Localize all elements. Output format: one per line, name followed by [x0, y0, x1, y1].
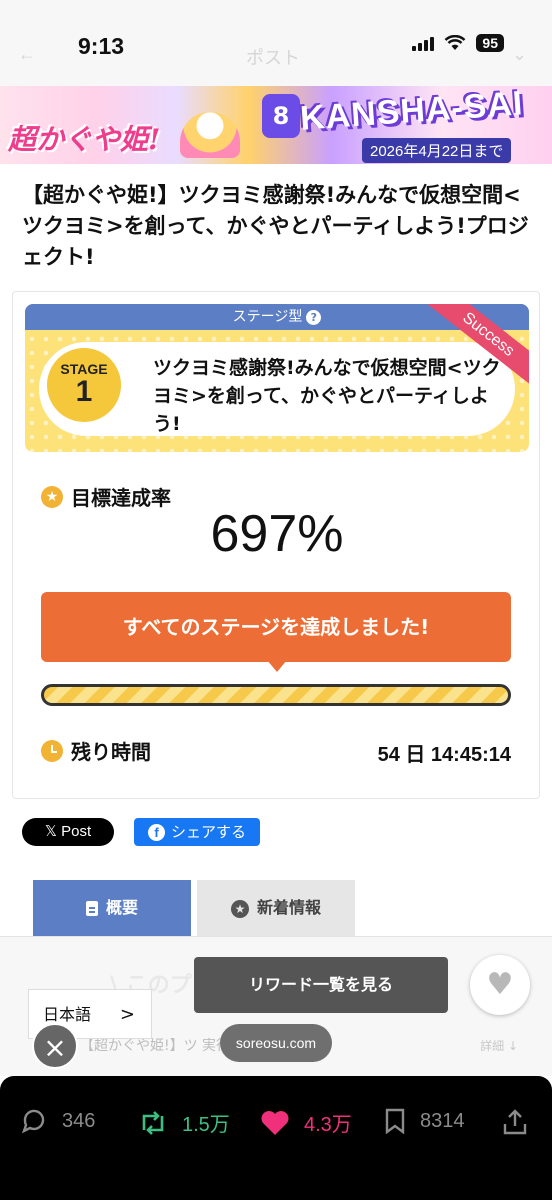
domain-pill[interactable]: soreosu.com: [220, 1024, 332, 1062]
tweet-action-bar: 346 1.5万 4.3万 8314: [0, 1076, 552, 1200]
sticky-bottom-bar: \ このプ 【超かぐや姫!】ツ 実行委員会 詳細 ↓ リワード一覧を見る ♥ 日…: [0, 936, 552, 1076]
stage-card: ステージ型? STAGE 1 ツクヨミ感謝祭!みんなで仮想空間<ツクヨミ>を創っ…: [12, 291, 540, 799]
cellular-signal-icon: [412, 35, 435, 51]
battery-indicator: 95: [476, 34, 504, 52]
stage-name: ツクヨミ感謝祭!みんなで仮想空間<ツクヨミ>を創って、かぐやとパーティしよう!: [153, 357, 501, 435]
project-title: 【超かぐや姫!】ツクヨミ感謝祭!みんなで仮想空間<ツクヨミ>を創って、かぐやとパ…: [22, 183, 529, 269]
facebook-share-label: シェアする: [170, 823, 246, 841]
remaining-time-label: 残り時間: [41, 736, 151, 765]
bookmark-count: 8314: [420, 1109, 465, 1132]
nav-title: ポスト: [246, 48, 300, 68]
tab-news[interactable]: ★ 新着情報: [197, 880, 355, 936]
banner-badge: 8: [262, 94, 300, 138]
stage-badge: STAGE 1: [47, 348, 121, 422]
help-icon[interactable]: ?: [306, 309, 322, 325]
remaining-time-value: 54 日 14:45:14: [377, 744, 511, 766]
close-button[interactable]: ×: [32, 1023, 78, 1069]
share-action[interactable]: [502, 1108, 528, 1136]
goal-rate-value: 697%: [210, 505, 344, 563]
banner-logo: 超かぐや姫!: [8, 123, 161, 156]
stage-box: ステージ型? STAGE 1 ツクヨミ感謝祭!みんなで仮想空間<ツクヨミ>を創っ…: [25, 304, 529, 452]
reply-count: 346: [62, 1109, 96, 1132]
cake-illustration: [180, 112, 240, 158]
favorite-heart-button[interactable]: ♥: [470, 955, 530, 1015]
nav-chevron-icon[interactable]: ⌄: [512, 44, 527, 65]
stage-badge-number: 1: [75, 375, 93, 408]
x-post-button[interactable]: 𝕏 Post: [22, 818, 114, 846]
retweet-icon: [142, 1110, 164, 1135]
clock-icon: [41, 739, 63, 762]
star-circle-icon: ★: [230, 899, 249, 918]
reward-list-button[interactable]: リワード一覧を見る: [194, 957, 448, 1013]
tab-news-label: 新着情報: [256, 898, 321, 917]
bookmark-action[interactable]: 8314: [384, 1108, 465, 1134]
wifi-icon: [445, 35, 466, 50]
all-stages-achieved-banner: すべてのステージを達成しました!: [41, 592, 511, 662]
banner-kansha-title: KANSHA-SAI: [298, 86, 525, 138]
reply-action[interactable]: 346: [20, 1108, 95, 1134]
stage-type-label: ステージ型: [232, 309, 303, 325]
heart-icon: [261, 1110, 289, 1135]
progress-fill: [44, 687, 508, 703]
retweet-action[interactable]: 1.5万: [138, 1108, 230, 1137]
language-label: 日本語: [43, 1005, 92, 1024]
chevron-right-icon: >: [119, 1004, 135, 1025]
remaining-time-text: 残り時間: [71, 740, 151, 764]
document-icon: [85, 901, 98, 916]
back-arrow-icon[interactable]: ←: [18, 44, 36, 65]
status-bar: 9:13 ← ポスト ⌄ 95: [0, 0, 552, 88]
status-icons: 95: [412, 34, 504, 52]
status-time: 9:13: [78, 33, 125, 59]
facebook-icon: f: [147, 824, 165, 841]
like-count: 4.3万: [304, 1114, 352, 1136]
share-icon: [503, 1109, 527, 1135]
facebook-share-button[interactable]: f シェアする: [134, 818, 260, 846]
like-action[interactable]: 4.3万: [260, 1108, 352, 1137]
achieved-pointer: [267, 660, 287, 672]
bookmark-icon: [385, 1108, 405, 1134]
tab-overview-label: 概要: [105, 898, 138, 917]
reply-icon: [21, 1109, 45, 1134]
faded-detail-link[interactable]: 詳細 ↓: [480, 1037, 518, 1054]
progress-bar: [41, 684, 511, 706]
banner-deadline: 2026年4月22日まで: [362, 138, 512, 163]
tab-overview[interactable]: 概要: [33, 880, 191, 936]
retweet-count: 1.5万: [182, 1114, 230, 1136]
campaign-banner[interactable]: 超かぐや姫! 8 KANSHA-SAI 2026年4月22日まで: [0, 86, 552, 164]
